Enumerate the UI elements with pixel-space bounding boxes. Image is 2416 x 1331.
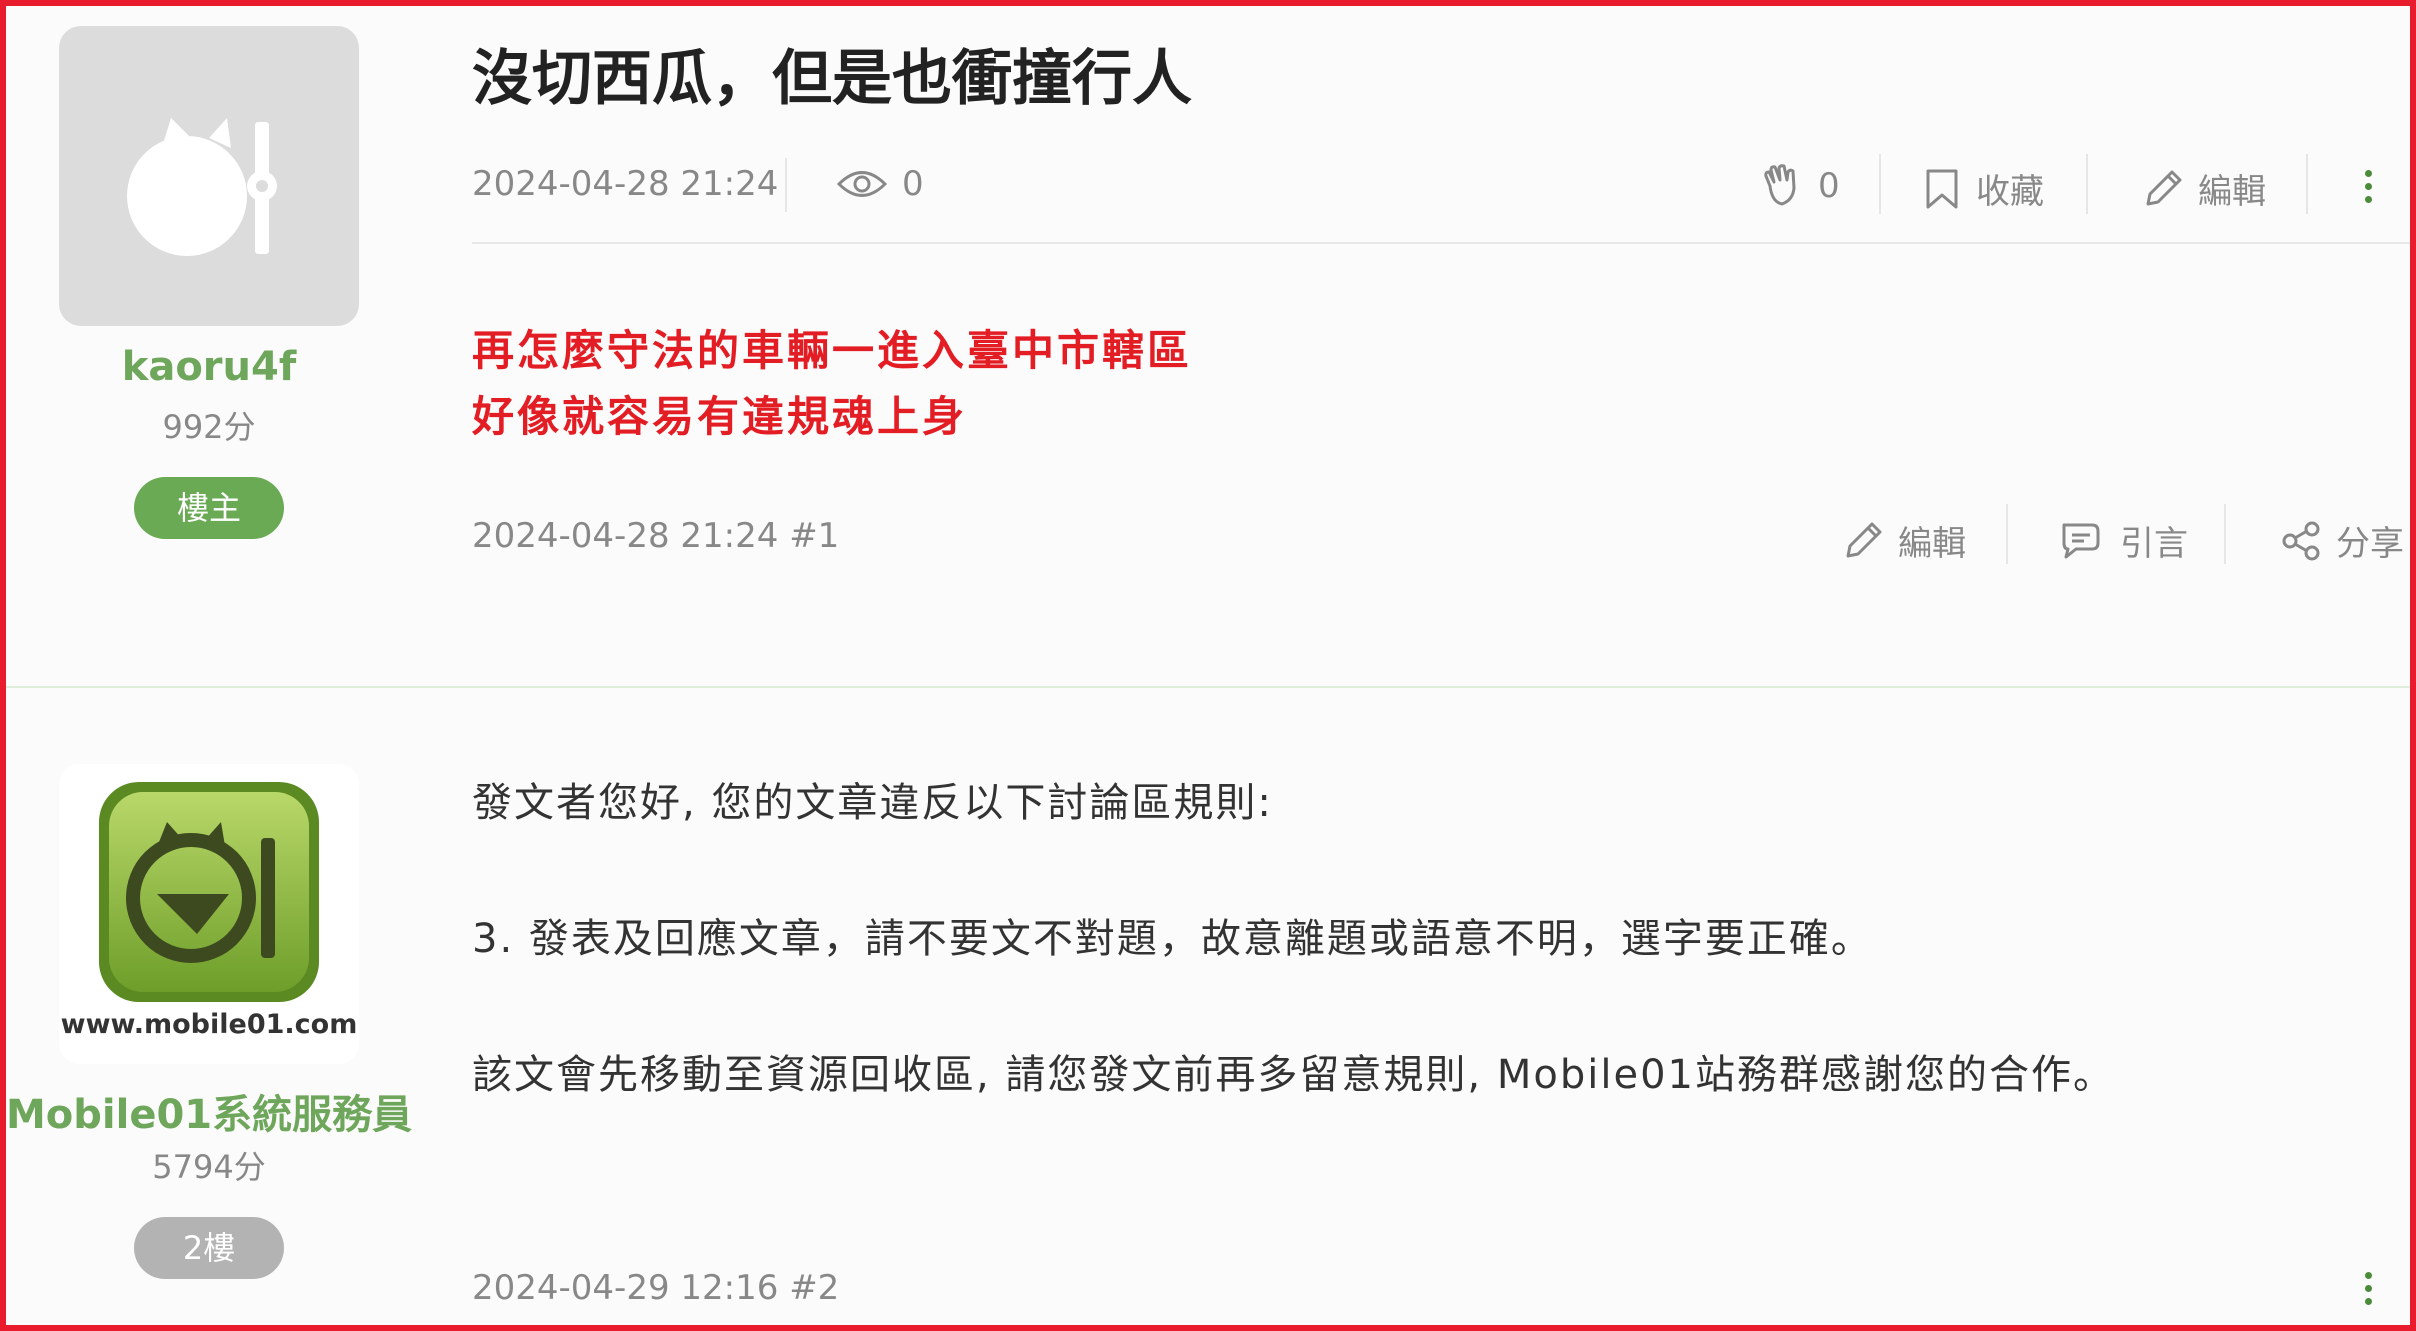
post-page: kaoru4f 992分 樓主 沒切西瓜，但是也衝撞行人 2024-04-28 …	[0, 0, 2416, 1331]
post-content-line: 該文會先移動至資源回收區, 請您發文前再多留意規則, Mobile01站務群感謝…	[472, 1052, 2115, 1098]
post-author-name[interactable]: kaoru4f	[59, 344, 359, 390]
views-counter: 0	[836, 164, 924, 204]
avatar-mobile01[interactable]: www.mobile01.com	[59, 764, 359, 1064]
speech-bubble-icon	[2062, 523, 2100, 558]
avatar-caption: www.mobile01.com	[60, 1009, 358, 1040]
post-content-line: 好像就容易有違規魂上身	[472, 392, 968, 441]
avatar-default[interactable]	[59, 26, 359, 326]
thread-title: 沒切西瓜，但是也衝撞行人	[472, 44, 1192, 114]
mobile01-logo-icon	[127, 118, 277, 256]
edit-thread-button[interactable]: 編輯	[2142, 164, 2266, 213]
more-menu-icon[interactable]	[2365, 170, 2372, 203]
more-menu-icon[interactable]	[2365, 1272, 2372, 1305]
views-count: 0	[902, 164, 924, 204]
like-button[interactable]: 0	[1760, 164, 1840, 208]
post-footer-2: 2024-04-29 12:16 #2	[472, 1268, 840, 1308]
divider	[2006, 504, 2008, 564]
header-divider	[472, 242, 2410, 244]
post-author-score: 5794分	[152, 1148, 266, 1186]
share-button[interactable]: 分享	[2280, 516, 2404, 565]
post-separator	[6, 686, 2410, 688]
edit-thread-label: 編輯	[2198, 172, 2266, 212]
clap-hand-icon	[1764, 164, 1796, 206]
bookmark-button[interactable]: 收藏	[1922, 164, 2044, 213]
post-content-line: 發文者您好, 您的文章違反以下討論區規則:	[472, 780, 1273, 826]
post-content-line: 再怎麼守法的車輛一進入臺中市轄區	[472, 326, 1193, 375]
floor-badge-op: 樓主	[134, 477, 284, 539]
post-author-score: 992分	[162, 408, 256, 446]
quote-label: 引言	[2120, 524, 2188, 564]
divider	[2306, 154, 2308, 214]
floor-badge: 2樓	[134, 1217, 284, 1279]
eye-icon	[836, 171, 888, 197]
quote-button[interactable]: 引言	[2058, 516, 2188, 565]
post-author-name[interactable]: Mobile01系統服務員	[6, 1082, 412, 1140]
share-label: 分享	[2336, 524, 2404, 564]
edit-post-label: 編輯	[1898, 524, 1966, 564]
post-content-line: 3. 發表及回應文章，請不要文不對題，故意離題或語意不明，選字要正確。	[472, 916, 1873, 962]
divider	[785, 158, 787, 212]
edit-post-button[interactable]: 編輯	[1842, 516, 1966, 565]
pencil-icon	[1846, 522, 1882, 557]
like-count: 0	[1818, 166, 1840, 206]
post-footer-1: 2024-04-28 21:24 #1	[472, 516, 840, 556]
share-icon	[2282, 521, 2320, 560]
thread-datetime: 2024-04-28 21:24	[472, 164, 779, 204]
divider	[2086, 154, 2088, 214]
bookmark-icon	[1926, 169, 1958, 208]
bookmark-label: 收藏	[1976, 172, 2044, 212]
pencil-icon	[2146, 170, 2182, 205]
divider	[2224, 504, 2226, 564]
post-content-1: 再怎麼守法的車輛一進入臺中市轄區 好像就容易有違規魂上身	[472, 318, 1192, 450]
divider	[1879, 154, 1881, 214]
